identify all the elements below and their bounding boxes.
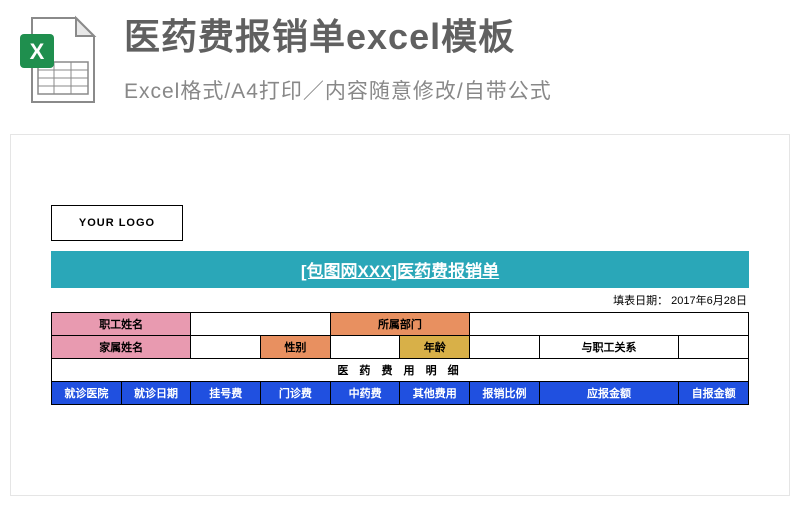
hdr-date: 就诊日期 bbox=[121, 382, 191, 405]
family-name-label: 家属姓名 bbox=[52, 336, 191, 359]
sheet-title-banner: [包图网XXX]医药费报销单 bbox=[51, 251, 749, 288]
dept-label: 所属部门 bbox=[330, 313, 469, 336]
page-header: X 医药费报销单excel模板 Excel格式/A4打印／内容随意修改/自带公式 bbox=[0, 0, 800, 116]
relation-label: 与职工关系 bbox=[539, 336, 678, 359]
age-value bbox=[470, 336, 540, 359]
gender-value bbox=[330, 336, 400, 359]
age-label: 年龄 bbox=[400, 336, 470, 359]
hdr-ratio: 报销比例 bbox=[470, 382, 540, 405]
fill-date-value: 2017年6月28日 bbox=[671, 295, 747, 307]
form-grid: 职工姓名 所属部门 家属姓名 性别 年龄 与职工关系 医 药 费 用 明 细 就… bbox=[51, 312, 749, 405]
fill-date-label: 填表日期： bbox=[613, 295, 668, 307]
fill-date-row: 填表日期： 2017年6月28日 bbox=[51, 288, 749, 312]
row-family: 家属姓名 性别 年龄 与职工关系 bbox=[52, 336, 749, 359]
title-block: 医药费报销单excel模板 Excel格式/A4打印／内容随意修改/自带公式 bbox=[124, 14, 780, 105]
hdr-tcm-fee: 中药费 bbox=[330, 382, 400, 405]
row-detail-title: 医 药 费 用 明 细 bbox=[52, 359, 749, 382]
row-employee: 职工姓名 所属部门 bbox=[52, 313, 749, 336]
excel-file-icon: X bbox=[14, 14, 106, 106]
family-name-value bbox=[191, 336, 261, 359]
page-title: 医药费报销单excel模板 bbox=[124, 14, 780, 59]
gender-label: 性别 bbox=[261, 336, 331, 359]
spreadsheet-content: YOUR LOGO [包图网XXX]医药费报销单 填表日期： 2017年6月28… bbox=[51, 205, 749, 405]
excel-x-glyph: X bbox=[30, 39, 45, 64]
hdr-reimb-amount: 应报金额 bbox=[539, 382, 678, 405]
dept-value bbox=[470, 313, 749, 336]
logo-placeholder: YOUR LOGO bbox=[51, 205, 183, 241]
relation-value bbox=[679, 336, 749, 359]
template-preview: YOUR LOGO [包图网XXX]医药费报销单 填表日期： 2017年6月28… bbox=[10, 134, 790, 496]
employee-name-value bbox=[191, 313, 330, 336]
detail-section-title: 医 药 费 用 明 细 bbox=[52, 359, 749, 382]
hdr-other-fee: 其他费用 bbox=[400, 382, 470, 405]
employee-name-label: 职工姓名 bbox=[52, 313, 191, 336]
hdr-reg-fee: 挂号费 bbox=[191, 382, 261, 405]
hdr-self-amount: 自报金额 bbox=[679, 382, 749, 405]
hdr-hospital: 就诊医院 bbox=[52, 382, 122, 405]
page-subtitle: Excel格式/A4打印／内容随意修改/自带公式 bbox=[124, 75, 780, 105]
hdr-outpatient-fee: 门诊费 bbox=[261, 382, 331, 405]
row-detail-headers: 就诊医院 就诊日期 挂号费 门诊费 中药费 其他费用 报销比例 应报金额 自报金… bbox=[52, 382, 749, 405]
